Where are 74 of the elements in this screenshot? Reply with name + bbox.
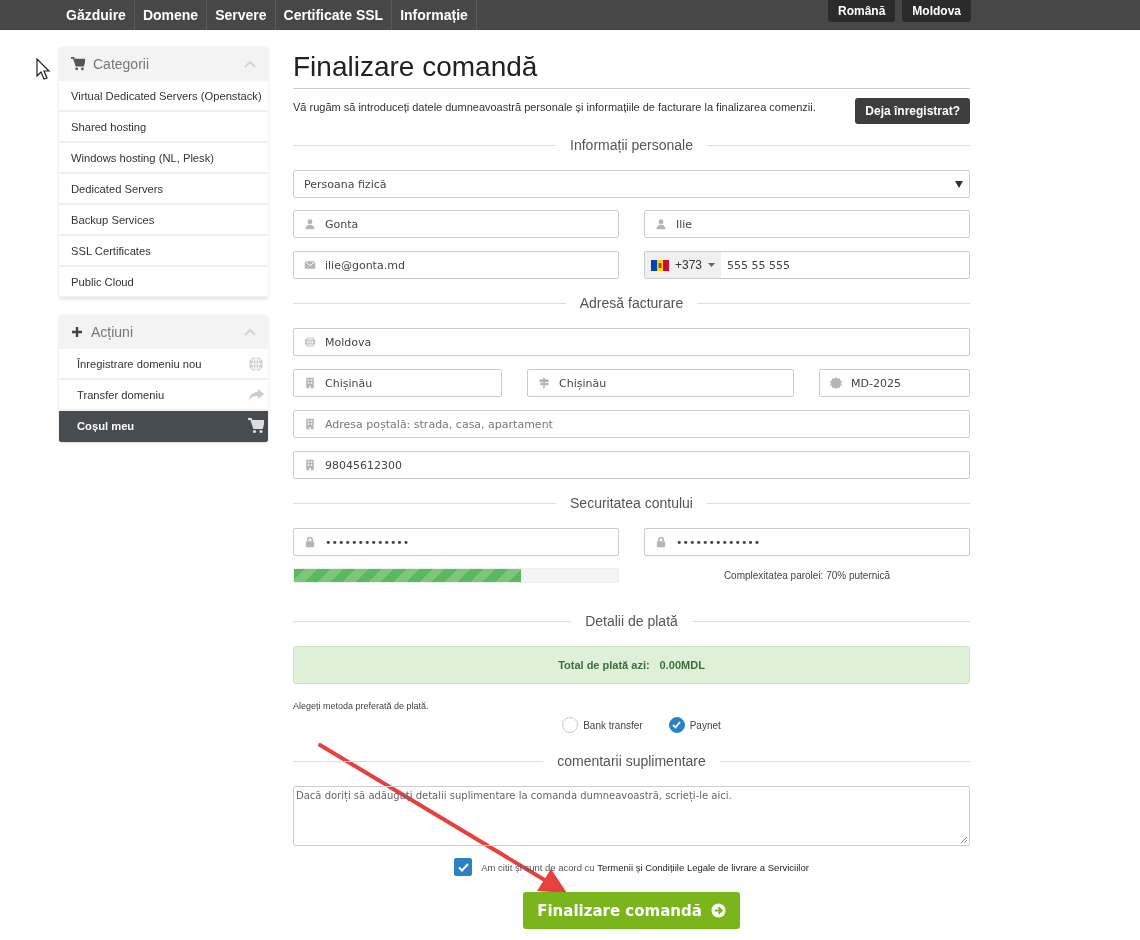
input-field[interactable]: ••••••••••••• (293, 528, 619, 556)
section-heading: Securitatea contului (570, 495, 693, 511)
sidebar-item[interactable]: Virtual Dedicated Servers (Openstack) (59, 81, 268, 112)
globe-icon (248, 355, 264, 372)
panel-title: Categorii (93, 56, 150, 72)
cart-icon (71, 57, 85, 71)
sidebar-item[interactable]: Windows hosting (NL, Plesk) (59, 143, 268, 174)
input-field[interactable]: ilie@gonta.md (293, 251, 619, 279)
input-field[interactable]: ••••••••••••• (644, 528, 970, 556)
sidebar-item[interactable]: SSL Certificates (59, 236, 268, 267)
resize-handle-icon[interactable] (960, 836, 968, 844)
payment-option[interactable]: Paynet (668, 717, 721, 733)
nav-link[interactable]: Servere (207, 0, 276, 30)
section-heading: Detalii de plată (585, 613, 678, 629)
input-field[interactable]: Adresa poștală: strada, casa, apartament (293, 410, 970, 438)
payment-option[interactable]: Bank transfer (562, 717, 643, 733)
total-amount: 0.00MDL (659, 659, 705, 671)
building-icon (304, 459, 316, 471)
building-icon (304, 418, 316, 430)
section-heading: comentarii suplimentare (557, 753, 706, 769)
nav-link[interactable]: Informație (392, 0, 477, 30)
sidebar-item[interactable]: Public Cloud (59, 267, 268, 298)
input-field[interactable]: Chișinău (293, 369, 502, 397)
nav-link[interactable]: Domene (134, 0, 208, 30)
login-button[interactable]: Deja înregistrat? (855, 98, 970, 124)
total-label: Total de plată azi: (558, 659, 650, 671)
check-icon (672, 721, 682, 729)
panel-title: Acțiuni (91, 324, 134, 340)
plus-icon (71, 326, 83, 338)
lock-icon (304, 536, 316, 548)
user-icon (304, 218, 316, 230)
page-title: Finalizare comandă (293, 51, 970, 89)
input-field[interactable]: Ilie (644, 210, 970, 238)
sidebar-item[interactable]: Înregistrare domeniu nou (59, 349, 268, 380)
payment-hint: Alegeți metoda preferată de plată. (293, 701, 430, 711)
radio-button[interactable] (562, 717, 579, 733)
sidebar-item[interactable]: Backup Services (59, 205, 268, 236)
nav-button[interactable]: Moldova (902, 0, 971, 22)
sidebar-item[interactable]: Shared hosting (59, 112, 268, 143)
country-code-selector[interactable]: +373 (645, 252, 722, 278)
share-icon (248, 386, 264, 403)
envelope-icon (304, 259, 316, 271)
intro-text: Vă rugăm să introduceți datele dumneavoastră personale și informațiile de facturare la finalizarea comenzii. (293, 101, 816, 113)
phone-field[interactable]: +373 555 55 555 (644, 251, 970, 279)
check-icon (457, 862, 469, 872)
signpost-icon (538, 377, 550, 389)
sidebar-item[interactable]: Coșul meu (59, 411, 268, 442)
section-heading: Informații personale (570, 137, 693, 153)
input-field[interactable]: Moldova (293, 328, 970, 356)
caret-icon (708, 263, 716, 267)
nav-link[interactable]: Găzduire (59, 0, 135, 30)
account-type-dropdown[interactable]: Persoana fizică (293, 170, 970, 198)
radio-button[interactable] (668, 717, 685, 733)
building-icon (304, 377, 316, 389)
nav-link[interactable]: Certificate SSL (275, 0, 393, 30)
input-field[interactable]: Gonta (293, 210, 619, 238)
lock-icon (655, 536, 667, 548)
arrow-circle-icon (710, 903, 726, 918)
input-field[interactable]: MD-2025 (819, 369, 970, 397)
strength-label: Complexitatea parolei: 70% puternică (722, 570, 892, 581)
flag-icon (651, 259, 669, 271)
sidebar-item[interactable]: Dedicated Servers (59, 174, 268, 205)
seal-icon (830, 377, 842, 389)
globe-icon (304, 336, 316, 348)
input-field[interactable]: 98045612300 (293, 451, 970, 479)
input-field[interactable]: Chișinău (527, 369, 794, 397)
nav-button[interactable]: Română (828, 0, 896, 22)
cursor-icon (36, 58, 52, 82)
section-heading: Adresă facturare (579, 295, 684, 311)
terms-checkbox[interactable] (454, 858, 473, 876)
terms-link[interactable]: Termenii și Condițiile Legale de livrare a Serviciilor (597, 861, 809, 873)
user-icon (655, 218, 667, 230)
caret-icon (955, 180, 963, 188)
cart-icon (248, 417, 264, 434)
